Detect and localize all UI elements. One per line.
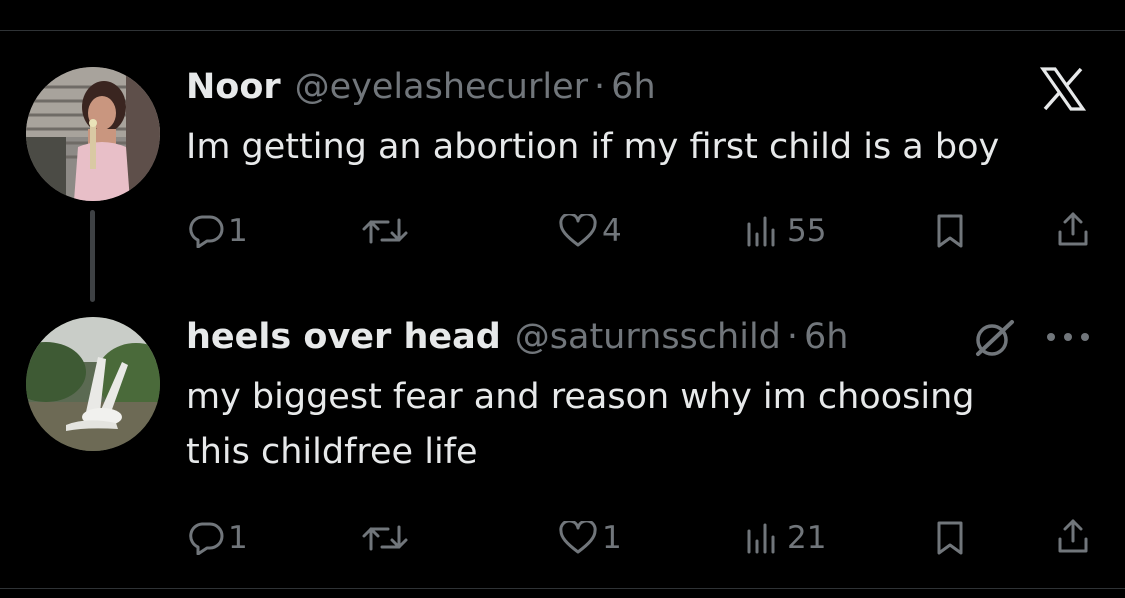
like-count: 4 xyxy=(602,213,622,249)
timestamp[interactable]: 6h xyxy=(804,313,848,361)
reply-button[interactable]: 1 xyxy=(188,518,248,558)
heart-icon xyxy=(559,521,597,554)
timestamp[interactable]: 6h xyxy=(611,63,655,111)
avatar-heels-over-head[interactable] xyxy=(26,317,160,451)
retweet-button[interactable] xyxy=(360,211,414,251)
reply-count: 1 xyxy=(228,213,248,249)
x-logo-icon[interactable] xyxy=(1040,67,1086,111)
tweet-text: my biggest fear and reason why im choosi… xyxy=(186,377,975,472)
views-count: 55 xyxy=(787,213,827,249)
retweet-icon xyxy=(362,525,408,551)
separator-dot: · xyxy=(786,317,799,357)
reply-icon xyxy=(189,522,224,555)
display-name[interactable]: Noor xyxy=(186,63,281,111)
user-handle[interactable]: @eyelashecurler xyxy=(295,63,588,111)
display-name[interactable]: heels over head xyxy=(186,313,501,361)
reply-icon xyxy=(189,215,224,248)
tweet-2-header: heels over head @saturnsschild · 6h xyxy=(186,313,848,361)
user-handle[interactable]: @saturnsschild xyxy=(515,313,781,361)
thread-connector-line xyxy=(90,210,95,302)
avatar-noor-image xyxy=(26,67,160,201)
heart-icon xyxy=(559,214,597,247)
views-button[interactable]: 21 xyxy=(743,518,826,558)
avatar-heels-over-head-image xyxy=(26,317,160,451)
views-icon xyxy=(747,523,775,554)
grok-button[interactable] xyxy=(970,316,1018,360)
top-divider xyxy=(0,30,1125,31)
share-icon xyxy=(1058,519,1088,553)
more-options-button[interactable] xyxy=(1044,322,1092,352)
more-icon xyxy=(1047,333,1089,341)
grok-icon xyxy=(976,320,1014,356)
tweet-1-header: Noor @eyelashecurler · 6h xyxy=(186,63,656,111)
reply-button[interactable]: 1 xyxy=(188,211,248,251)
share-button[interactable] xyxy=(1055,209,1091,249)
bookmark-button[interactable] xyxy=(934,518,966,558)
avatar-noor[interactable] xyxy=(26,67,160,201)
like-count: 1 xyxy=(602,520,622,556)
reply-count: 1 xyxy=(228,520,248,556)
like-button[interactable]: 1 xyxy=(558,518,622,558)
bottom-divider xyxy=(0,588,1125,589)
like-button[interactable]: 4 xyxy=(558,211,622,251)
share-icon xyxy=(1058,212,1088,246)
views-icon xyxy=(747,216,775,247)
bookmark-icon xyxy=(937,214,963,248)
views-count: 21 xyxy=(787,520,827,556)
share-button[interactable] xyxy=(1055,516,1091,556)
bookmark-icon xyxy=(937,521,963,555)
retweet-icon xyxy=(362,218,408,244)
retweet-button[interactable] xyxy=(360,518,414,558)
tweet-text: Im getting an abortion if my first child… xyxy=(186,127,1000,167)
views-button[interactable]: 55 xyxy=(743,211,826,251)
separator-dot: · xyxy=(594,67,606,107)
bookmark-button[interactable] xyxy=(934,211,966,251)
